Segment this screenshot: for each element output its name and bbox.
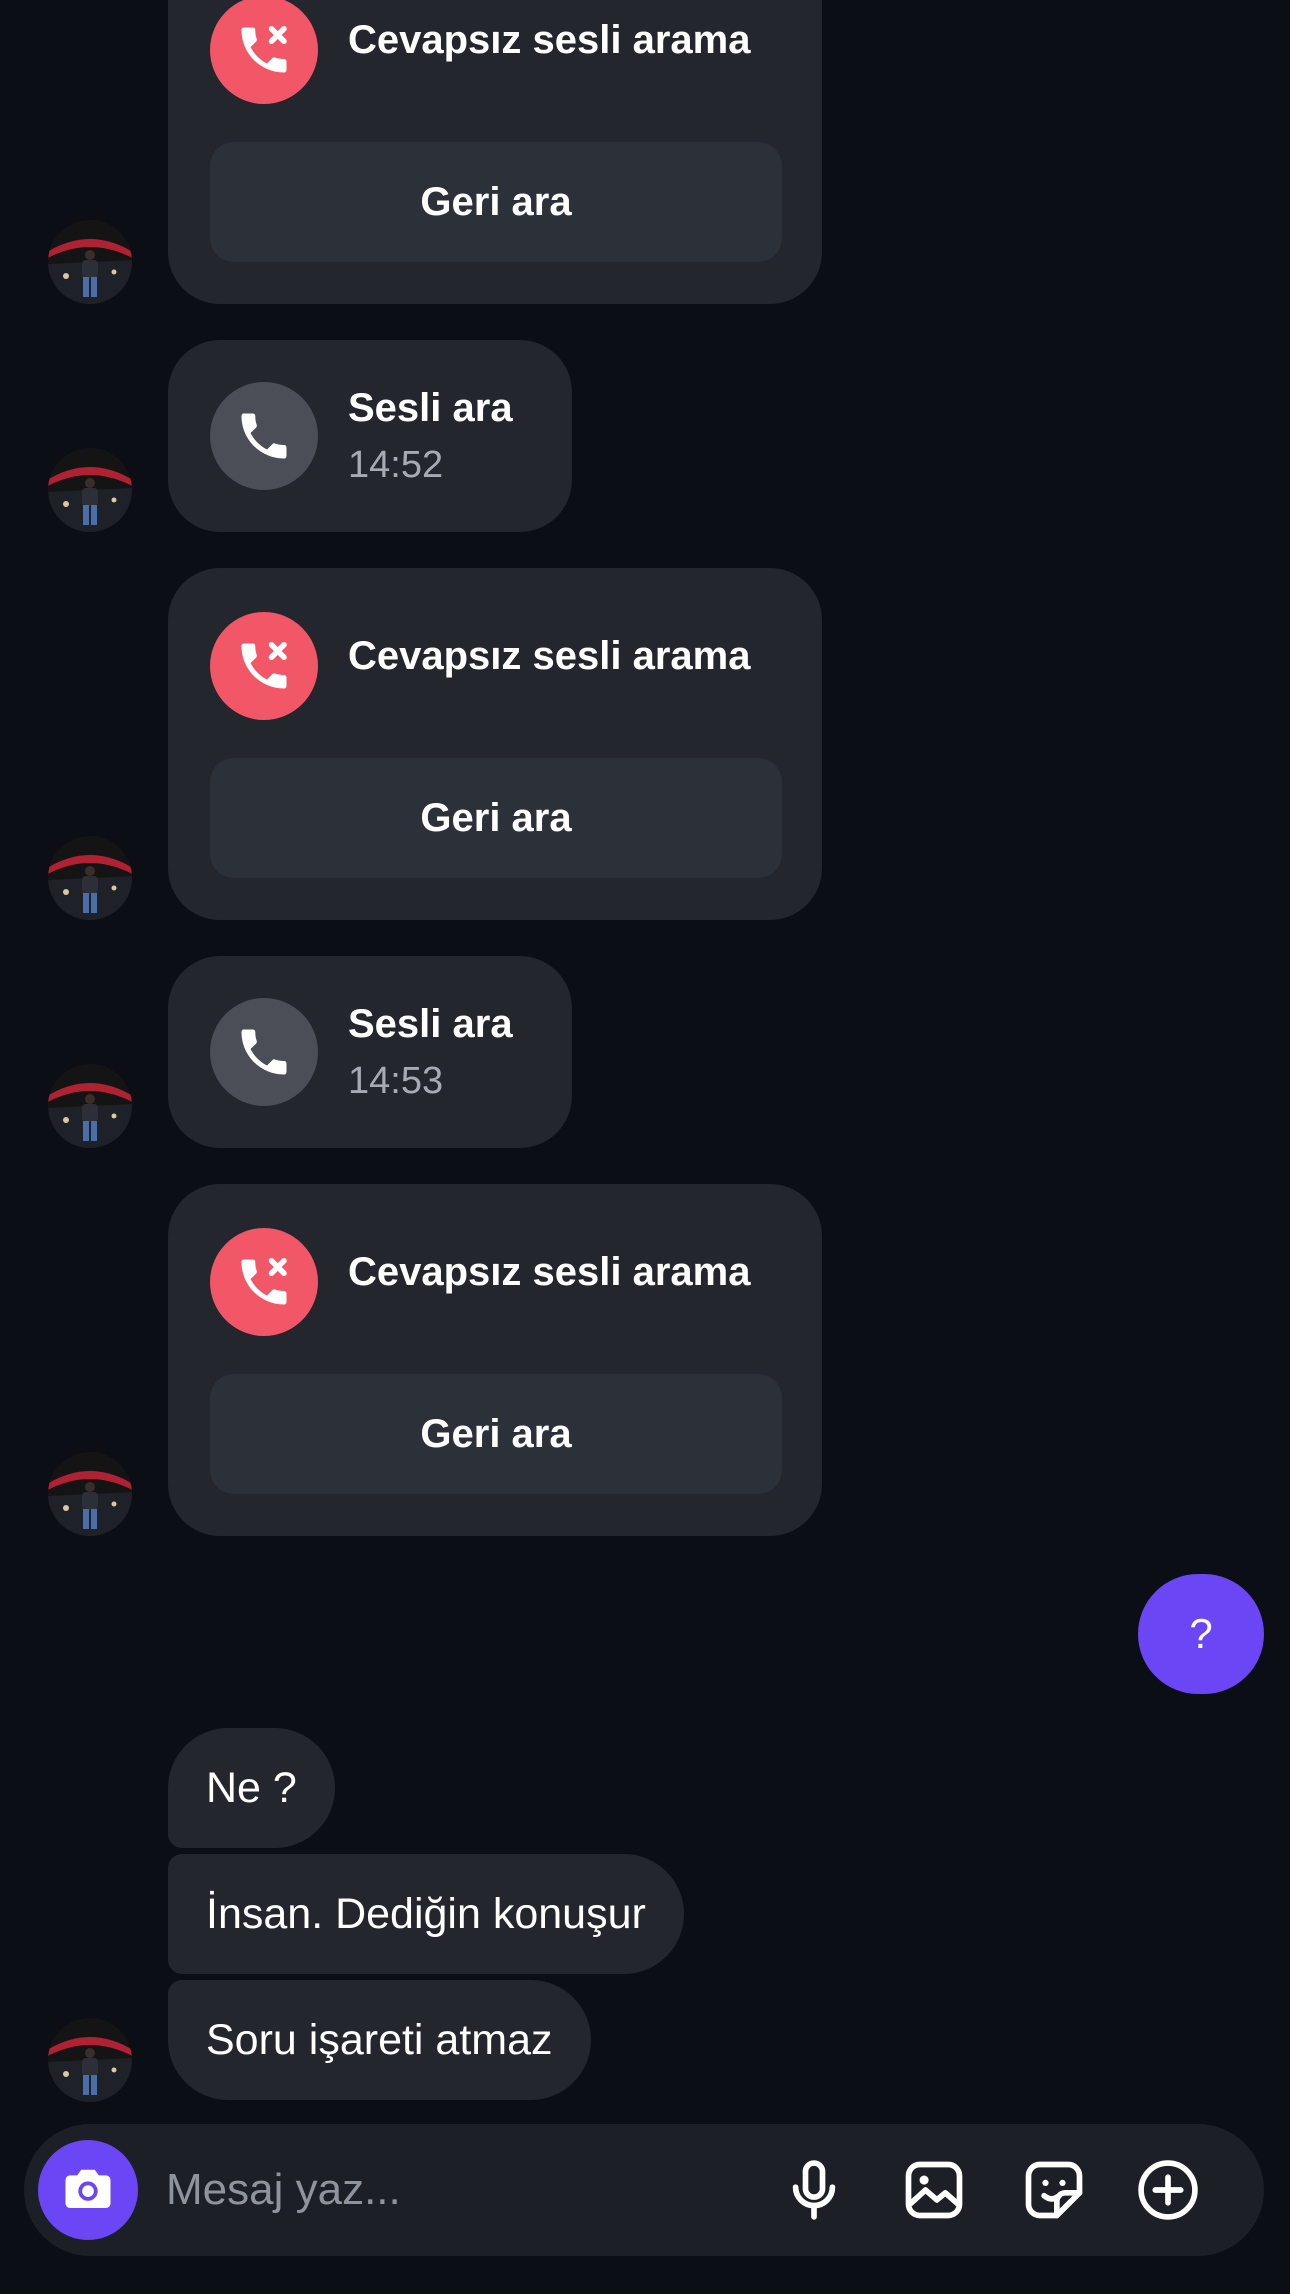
avatar[interactable] xyxy=(48,220,132,304)
missed-call-icon xyxy=(210,1228,318,1336)
voice-call-title: Sesli ara xyxy=(348,386,513,430)
voice-call-title: Sesli ara xyxy=(348,1002,513,1046)
missed-call-card: Cevapsız sesli arama Geri ara xyxy=(168,568,822,920)
call-back-button[interactable]: Geri ara xyxy=(210,1374,782,1494)
microphone-button[interactable] xyxy=(780,2156,848,2224)
plus-button[interactable] xyxy=(1134,2156,1202,2224)
phone-icon xyxy=(210,998,318,1106)
avatar[interactable] xyxy=(48,448,132,532)
avatar[interactable] xyxy=(48,2018,132,2102)
gallery-button[interactable] xyxy=(900,2156,968,2224)
missed-call-title: Cevapsız sesli arama xyxy=(348,634,751,678)
gallery-icon xyxy=(905,2161,963,2219)
call-back-button[interactable]: Geri ara xyxy=(210,142,782,262)
plus-circle-icon xyxy=(1138,2160,1198,2220)
sent-message-bubble[interactable]: ? xyxy=(1138,1574,1264,1694)
avatar[interactable] xyxy=(48,836,132,920)
call-back-button[interactable]: Geri ara xyxy=(210,758,782,878)
microphone-icon xyxy=(792,2160,836,2220)
voice-call-card[interactable]: Sesli ara 14:53 xyxy=(168,956,572,1148)
message-input[interactable] xyxy=(166,2154,766,2226)
missed-call-card: Cevapsız sesli arama Geri ara xyxy=(168,0,822,304)
received-message-bubble[interactable]: İnsan. Dediğin konuşur xyxy=(168,1854,684,1974)
missed-call-icon xyxy=(210,0,318,104)
phone-icon xyxy=(210,382,318,490)
missed-call-icon xyxy=(210,612,318,720)
camera-button[interactable] xyxy=(38,2140,138,2240)
received-message-bubble[interactable]: Soru işareti atmaz xyxy=(168,1980,591,2100)
missed-call-card: Cevapsız sesli arama Geri ara xyxy=(168,1184,822,1536)
chat-screen: Cevapsız sesli arama Geri ara Sesli ara … xyxy=(0,0,1290,2294)
missed-call-title: Cevapsız sesli arama xyxy=(348,18,751,62)
voice-call-time: 14:53 xyxy=(348,1060,444,1102)
received-message-bubble[interactable]: Ne ? xyxy=(168,1728,335,1848)
avatar[interactable] xyxy=(48,1064,132,1148)
voice-call-card[interactable]: Sesli ara 14:52 xyxy=(168,340,572,532)
missed-call-title: Cevapsız sesli arama xyxy=(348,1250,751,1294)
voice-call-time: 14:52 xyxy=(348,444,444,486)
camera-icon xyxy=(65,2169,111,2208)
sticker-button[interactable] xyxy=(1020,2156,1088,2224)
message-composer xyxy=(24,2124,1264,2256)
avatar[interactable] xyxy=(48,1452,132,1536)
sticker-icon xyxy=(1025,2161,1083,2219)
